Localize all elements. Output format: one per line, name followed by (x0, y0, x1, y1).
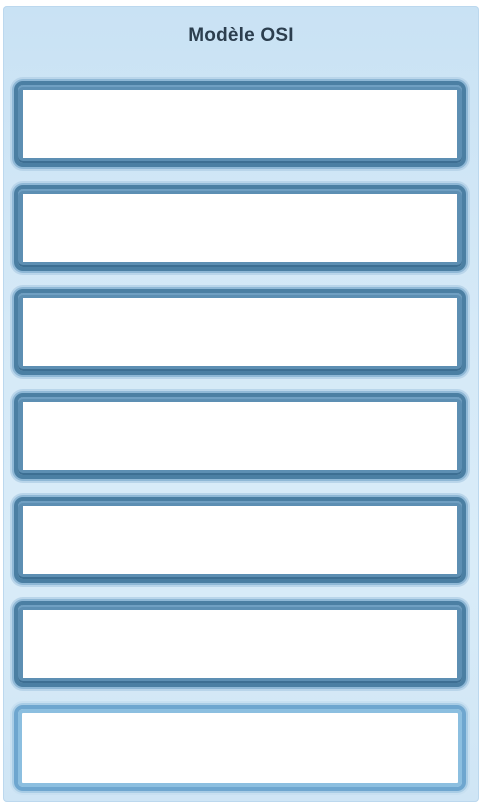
layer-slot-7[interactable] (14, 705, 466, 791)
layer-slot-7-label (25, 716, 455, 780)
layer-slot-4[interactable] (14, 393, 466, 479)
layer-slot-6-label (25, 612, 455, 676)
layer-slot-1[interactable] (14, 81, 466, 167)
diagram-title: Modèle OSI (188, 25, 294, 46)
layer-slot-2[interactable] (14, 185, 466, 271)
layer-stack (14, 81, 466, 791)
layer-slot-4-label (25, 404, 455, 468)
layer-slot-5-label (25, 508, 455, 572)
layer-slot-3[interactable] (14, 289, 466, 375)
layer-slot-3-label (25, 300, 455, 364)
layer-slot-5[interactable] (14, 497, 466, 583)
layer-slot-2-label (25, 196, 455, 260)
layer-slot-6[interactable] (14, 601, 466, 687)
osi-model-panel: Modèle OSI (3, 6, 479, 802)
layer-slot-1-label (25, 92, 455, 156)
